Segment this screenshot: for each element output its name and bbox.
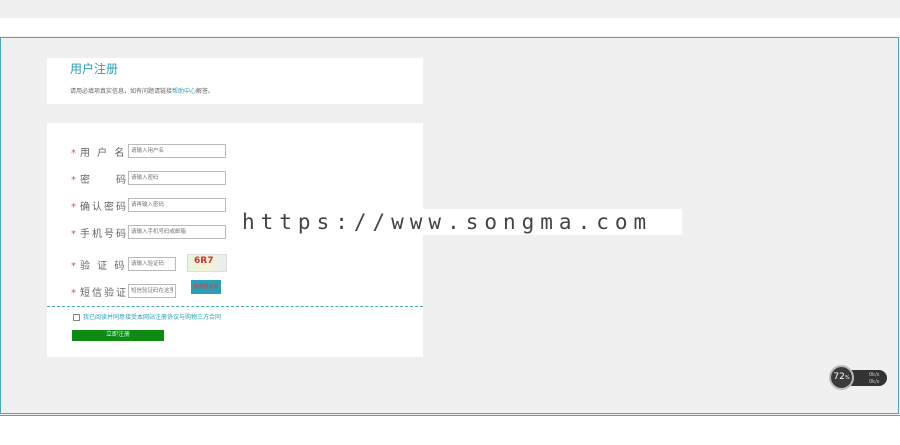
download-speed: 0k/s [869, 379, 880, 385]
speed-unit: % [844, 375, 850, 381]
username-input[interactable] [128, 144, 226, 158]
speed-widget[interactable]: 0k/s 0k/s 72% [829, 365, 887, 390]
get-sms-code-button[interactable]: 获取验证码 [191, 280, 221, 294]
speed-gauge[interactable]: 72% [829, 365, 854, 390]
watermark-text: https://www.songma.com [236, 209, 682, 235]
page-title: 用户注册 [70, 62, 119, 76]
agreement-text[interactable]: 我已阅读并同意接受本网站注册协议与购物三方合同 [83, 314, 221, 321]
register-form-panel: *用 户 名 *密 码 *确认密码 *手机号码 *验 证 码 6R7 *短信验证… [47, 123, 423, 357]
required-mark: * [71, 229, 78, 240]
username-label: * 用 户 名 [71, 148, 127, 159]
password-input[interactable] [128, 171, 226, 185]
sms-label: * 短信验证 [71, 288, 128, 299]
help-center-link[interactable]: 帮助中心 [172, 88, 196, 95]
captcha-input[interactable] [128, 257, 176, 271]
captcha-text: 6R7 [194, 256, 214, 266]
header-description: 请用必填项真实信息，如有问题请链接帮助中心解答。 [70, 86, 214, 95]
phone-input[interactable] [128, 225, 226, 239]
required-mark: * [71, 202, 78, 213]
agreement-checkbox[interactable] [73, 314, 80, 321]
desc-suffix: 解答。 [196, 88, 215, 95]
sms-code-input[interactable] [128, 284, 176, 298]
captcha-image[interactable]: 6R7 [187, 254, 227, 272]
register-header-panel: 用户注册 请用必填项真实信息，如有问题请链接帮助中心解答。 [47, 58, 423, 104]
register-submit-button[interactable]: 立即注册 [72, 330, 164, 341]
required-mark: * [71, 175, 78, 186]
agreement-row[interactable]: 我已阅读并同意接受本网站注册协议与购物三方合同 [73, 312, 221, 321]
captcha-label: * 验 证 码 [71, 261, 127, 272]
form-divider [47, 306, 423, 307]
upload-speed: 0k/s [869, 372, 880, 378]
required-mark: * [71, 288, 78, 299]
top-bar [0, 0, 900, 18]
desc-prefix: 请用必填项真实信息，如有问题请链接 [70, 88, 173, 95]
required-mark: * [71, 148, 78, 159]
confirm-password-input[interactable] [128, 198, 226, 212]
required-mark: * [71, 261, 78, 272]
footer-strip [0, 415, 900, 445]
password-label: * 密 码 [71, 175, 128, 186]
speed-value: 72 [833, 372, 845, 382]
phone-label: * 手机号码 [71, 229, 128, 240]
header-strip [0, 18, 900, 36]
confirm-label: * 确认密码 [71, 202, 128, 213]
